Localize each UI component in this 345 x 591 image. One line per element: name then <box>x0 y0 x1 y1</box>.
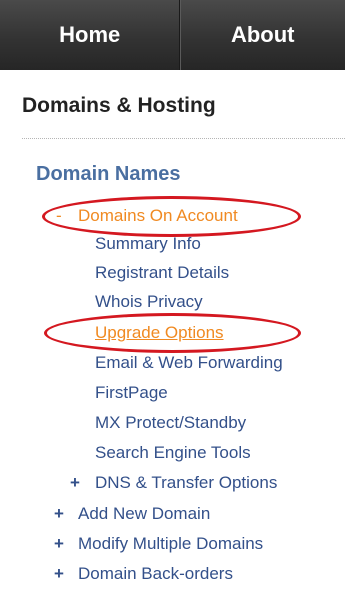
top-navigation-bar: Home About <box>0 0 345 70</box>
expand-icon[interactable]: + <box>54 564 64 584</box>
menu-item-summary-info[interactable]: Summary Info <box>95 234 201 254</box>
menu-item-whois-privacy[interactable]: Whois Privacy <box>95 292 203 312</box>
collapse-toggle[interactable]: - <box>56 206 62 226</box>
expand-icon[interactable]: + <box>54 504 64 524</box>
section-divider <box>22 138 345 139</box>
menu-item-domain-back-orders[interactable]: Domain Back-orders <box>78 564 233 584</box>
page: Home About Domains & Hosting Domain Name… <box>0 0 345 591</box>
menu-item-dns-transfer-options[interactable]: DNS & Transfer Options <box>95 473 277 493</box>
nav-about[interactable]: About <box>180 0 345 70</box>
menu-item-modify-multiple-domains[interactable]: Modify Multiple Domains <box>78 534 263 554</box>
menu-item-firstpage[interactable]: FirstPage <box>95 383 168 403</box>
menu-item-upgrade-options[interactable]: Upgrade Options <box>95 323 224 343</box>
menu-item-search-engine-tools[interactable]: Search Engine Tools <box>95 443 251 463</box>
menu-item-add-new-domain[interactable]: Add New Domain <box>78 504 210 524</box>
expand-icon[interactable]: + <box>70 473 80 493</box>
expand-icon[interactable]: + <box>54 534 64 554</box>
menu-item-domains-on-account[interactable]: Domains On Account <box>78 206 238 226</box>
section-title: Domains & Hosting <box>22 94 216 117</box>
menu-item-mx-protect-standby[interactable]: MX Protect/Standby <box>95 413 246 433</box>
menu-group-domain-names[interactable]: Domain Names <box>36 163 181 186</box>
side-menu-panel: Domains & Hosting Domain Names - Domains… <box>0 70 345 591</box>
menu-item-registrant-details[interactable]: Registrant Details <box>95 263 229 283</box>
nav-home[interactable]: Home <box>0 0 181 70</box>
menu-item-email-web-forwarding[interactable]: Email & Web Forwarding <box>95 353 283 373</box>
